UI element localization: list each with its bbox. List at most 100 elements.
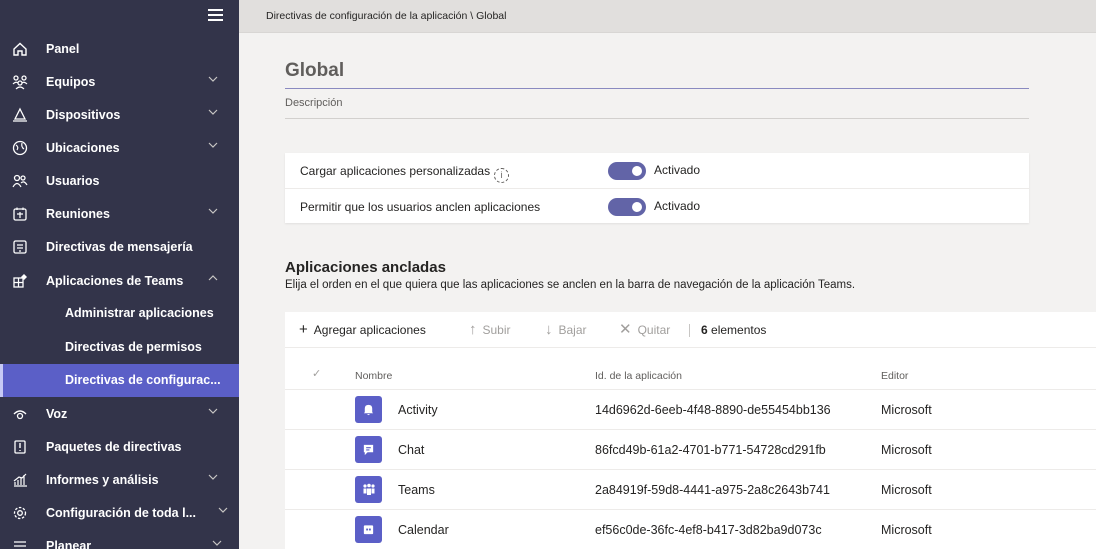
globe-icon [11, 139, 29, 157]
move-down-button[interactable]: ↓ Bajar [545, 322, 587, 337]
app-id: ef56c0de-36fc-4ef8-b417-3d82ba9d073c [595, 523, 822, 537]
app-publisher: Microsoft [881, 403, 932, 417]
sidebar-item-equipos[interactable]: Equipos [0, 65, 239, 98]
teams-app-icon [355, 476, 382, 503]
sidebar-item-configuracion-organizacion[interactable]: Configuración de toda l... [0, 496, 239, 529]
sidebar-subitem-directivas-permisos[interactable]: Directivas de permisos [0, 331, 239, 364]
info-icon[interactable]: i [494, 168, 510, 183]
toggle-state-label: Activado [654, 163, 701, 177]
sidebar-item-dispositivos[interactable]: Dispositivos [0, 98, 239, 131]
messaging-icon [11, 238, 29, 256]
item-count: 6 elementos [701, 323, 766, 337]
pinned-apps-description: Elija el orden en el que quiera que las … [285, 279, 856, 291]
sidebar-item-planear[interactable]: Planear [0, 529, 239, 549]
setting-row-user-pinning: Permitir que los usuarios anclen aplicac… [285, 188, 1029, 223]
app-name: Calendar [398, 523, 449, 537]
chart-icon [11, 471, 29, 489]
chevron-up-icon [208, 275, 218, 284]
app-name: Teams [398, 483, 435, 497]
page-title[interactable]: Global [285, 60, 344, 82]
sidebar-item-usuarios[interactable]: Usuarios [0, 164, 239, 197]
sidebar-item-label: Informes y análisis [46, 472, 159, 487]
app-id: 2a84919f-59d8-4441-a975-2a8c2643b741 [595, 483, 830, 497]
table-header: ✓ Nombre Id. de la aplicación Editor [285, 348, 1096, 390]
app-publisher: Microsoft [881, 443, 932, 457]
sidebar-item-paquetes-directivas[interactable]: Paquetes de directivas [0, 430, 239, 463]
sidebar-item-label: Planear [46, 538, 92, 549]
apps-icon [11, 272, 29, 290]
item-count-number: 6 [701, 323, 708, 337]
chevron-down-icon [208, 208, 218, 217]
move-up-label: Subir [482, 323, 511, 337]
sidebar-header [0, 0, 239, 32]
column-header-app-id[interactable]: Id. de la aplicación [595, 370, 682, 382]
add-apps-button[interactable]: + Agregar aplicaciones [299, 321, 426, 338]
pinned-apps-toolbar: + Agregar aplicaciones ↑ Subir ↓ Bajar ✕ Qui… [285, 312, 1096, 348]
hamburger-menu-icon[interactable] [208, 9, 223, 21]
app-publisher: Microsoft [881, 523, 932, 537]
table-row[interactable]: Calendar ef56c0de-36fc-4ef8-b417-3d82ba9… [285, 510, 1096, 549]
toolbar-divider [689, 324, 690, 337]
pinned-apps-title: Aplicaciones ancladas [285, 259, 446, 276]
sidebar-subitem-directivas-configuracion[interactable]: Directivas de configurac... [0, 364, 239, 397]
chevron-down-icon [208, 76, 218, 85]
sidebar-subitem-administrar-aplicaciones[interactable]: Administrar aplicaciones [0, 297, 239, 330]
remove-button[interactable]: ✕ Quitar [619, 322, 671, 337]
voice-icon [11, 405, 29, 423]
sidebar-item-informes-analisis[interactable]: Informes y análisis [0, 463, 239, 496]
chevron-down-icon [218, 507, 228, 516]
chat-icon [355, 436, 382, 463]
pinned-apps-table: ✓ Nombre Id. de la aplicación Editor Act… [285, 348, 1096, 549]
settings-icon [11, 504, 29, 522]
settings-card: Cargar aplicaciones personalizadas i Acti… [285, 153, 1029, 223]
sidebar-item-panel[interactable]: Panel [0, 32, 239, 65]
setting-label: Cargar aplicaciones personalizadas i [300, 164, 510, 183]
sidebar-item-label: Equipos [46, 74, 96, 89]
table-row[interactable]: Chat 86fcd49b-61a2-4701-b771-54728cd291f… [285, 430, 1096, 470]
app-id: 14d6962d-6eeb-4f48-8890-de55454bb136 [595, 403, 831, 417]
toggle-state-label: Activado [654, 199, 701, 213]
main-content: Global Descripción Cargar aplicaciones p… [239, 33, 1096, 549]
sidebar-item-label: Configuración de toda l... [46, 505, 196, 520]
app-publisher: Microsoft [881, 483, 932, 497]
sidebar-item-label: Dispositivos [46, 107, 121, 122]
title-underline [285, 88, 1029, 89]
sidebar-subitem-label: Administrar aplicaciones [65, 306, 214, 320]
chevron-down-icon [208, 408, 218, 417]
chevron-down-icon [208, 142, 218, 151]
sidebar-subitem-label: Directivas de configurac... [65, 373, 221, 387]
plus-icon: + [299, 321, 308, 338]
sidebar-item-aplicaciones-teams[interactable]: Aplicaciones de Teams [0, 264, 239, 297]
sidebar-item-label: Reuniones [46, 206, 110, 221]
move-down-label: Bajar [558, 323, 587, 337]
chevron-down-icon [212, 540, 222, 549]
select-all-checkmark-icon[interactable]: ✓ [312, 367, 321, 380]
move-up-button[interactable]: ↑ Subir [469, 322, 511, 337]
description-underline [285, 118, 1029, 119]
description-field[interactable]: Descripción [285, 97, 342, 109]
sidebar-item-reuniones[interactable]: Reuniones [0, 197, 239, 230]
user-pinning-toggle[interactable] [608, 198, 646, 216]
home-icon [11, 40, 29, 58]
column-header-publisher[interactable]: Editor [881, 370, 908, 382]
sidebar-item-label: Voz [46, 406, 68, 421]
sidebar-item-label: Usuarios [46, 173, 100, 188]
table-row[interactable]: Activity 14d6962d-6eeb-4f48-8890-de55454… [285, 390, 1096, 430]
remove-label: Quitar [637, 323, 671, 337]
breadcrumb[interactable]: Directivas de configuración de la aplica… [266, 10, 506, 22]
calendar-app-icon [355, 516, 382, 543]
sidebar-item-label: Directivas de mensajería [46, 239, 193, 254]
sidebar-item-voz[interactable]: Voz [0, 397, 239, 430]
add-apps-label: Agregar aplicaciones [313, 323, 426, 337]
item-count-label: elementos [711, 323, 767, 337]
chevron-down-icon [208, 109, 218, 118]
calendar-icon [11, 205, 29, 223]
table-row[interactable]: Teams 2a84919f-59d8-4441-a975-2a8c2643b7… [285, 470, 1096, 510]
sidebar-item-ubicaciones[interactable]: Ubicaciones [0, 131, 239, 164]
sidebar-item-directivas-mensajeria[interactable]: Directivas de mensajería [0, 230, 239, 263]
setting-row-upload-custom-apps: Cargar aplicaciones personalizadas i Acti… [285, 153, 1029, 188]
sidebar-item-label: Aplicaciones de Teams [46, 273, 184, 288]
upload-custom-apps-toggle[interactable] [608, 162, 646, 180]
column-header-name[interactable]: Nombre [355, 370, 392, 382]
sidebar: Panel Equipos Dispositivos Ubicaciones U… [0, 0, 239, 549]
